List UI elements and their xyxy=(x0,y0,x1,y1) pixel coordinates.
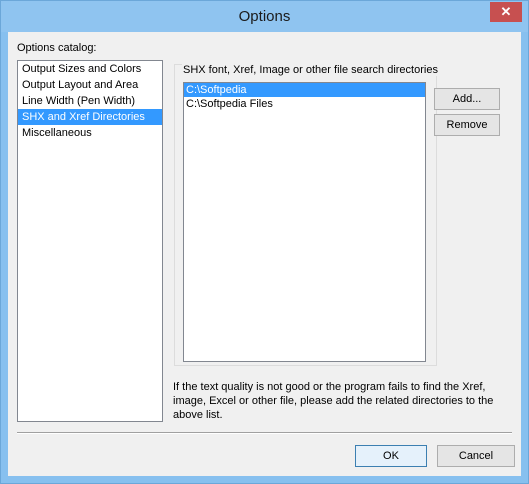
catalog-item-output-sizes[interactable]: Output Sizes and Colors xyxy=(18,61,162,77)
cancel-button[interactable]: Cancel xyxy=(437,445,515,467)
remove-button[interactable]: Remove xyxy=(434,114,500,136)
directories-group-label: SHX font, Xref, Image or other file sear… xyxy=(182,64,439,76)
add-button[interactable]: Add... xyxy=(434,88,500,110)
ok-button[interactable]: OK xyxy=(355,445,427,467)
directory-item[interactable]: C:\Softpedia xyxy=(184,83,425,97)
footer-separator xyxy=(17,432,512,434)
catalog-item-miscellaneous[interactable]: Miscellaneous xyxy=(18,125,162,141)
directory-item[interactable]: C:\Softpedia Files xyxy=(184,97,425,111)
close-button[interactable]: ✕ xyxy=(490,2,522,22)
options-window: Options ✕ Options catalog: Output Sizes … xyxy=(0,0,529,484)
window-title: Options xyxy=(238,8,291,25)
title-bar[interactable]: Options ✕ xyxy=(1,1,528,32)
catalog-list[interactable]: Output Sizes and Colors Output Layout an… xyxy=(17,60,163,422)
info-text: If the text quality is not good or the p… xyxy=(173,381,494,421)
dialog-client-area: Options catalog: Output Sizes and Colors… xyxy=(8,32,521,476)
catalog-label: Options catalog: xyxy=(17,42,97,54)
directories-list[interactable]: C:\Softpedia C:\Softpedia Files xyxy=(183,82,426,362)
catalog-item-output-layout[interactable]: Output Layout and Area xyxy=(18,77,162,93)
catalog-item-shx-xref[interactable]: SHX and Xref Directories xyxy=(18,109,162,125)
catalog-item-line-width[interactable]: Line Width (Pen Width) xyxy=(18,93,162,109)
close-icon: ✕ xyxy=(500,4,512,19)
